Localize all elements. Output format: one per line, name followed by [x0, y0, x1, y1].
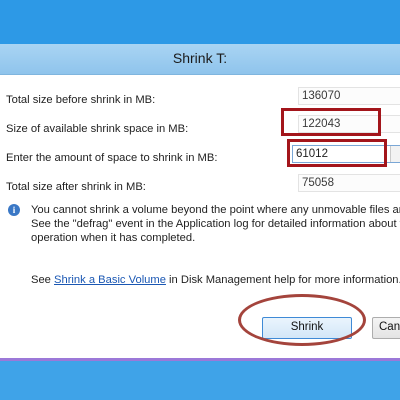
- total-size-before-label: Total size before shrink in MB:: [6, 94, 156, 106]
- shrink-dialog: Shrink T: Total size before shrink in MB…: [0, 44, 400, 358]
- annotation-circle: [238, 294, 366, 346]
- info-icon: i: [8, 204, 20, 216]
- dialog-bottom-edge: [0, 358, 400, 361]
- cancel-button[interactable]: Can: [372, 317, 400, 339]
- annotation-highlight-box: [287, 139, 387, 167]
- annotation-highlight-box: [281, 108, 381, 136]
- shrink-basic-volume-link[interactable]: Shrink a Basic Volume: [54, 274, 166, 286]
- desktop-background-top: [0, 0, 400, 44]
- info-line-2: See the "defrag" event in the Applicatio…: [31, 218, 400, 230]
- total-size-after-value: 75058: [298, 174, 400, 192]
- total-size-after-label: Total size after shrink in MB:: [6, 181, 146, 193]
- available-shrink-space-label: Size of available shrink space in MB:: [6, 123, 189, 135]
- shrink-amount-label: Enter the amount of space to shrink in M…: [6, 152, 218, 164]
- info-line-3: operation when it has completed.: [31, 232, 196, 244]
- help-text: See Shrink a Basic Volume in Disk Manage…: [31, 274, 400, 286]
- info-message: You cannot shrink a volume beyond the po…: [31, 204, 400, 246]
- info-line-1: You cannot shrink a volume beyond the po…: [31, 204, 400, 216]
- shrink-amount-spinner[interactable]: [390, 146, 400, 162]
- dialog-titlebar: Shrink T:: [0, 44, 400, 75]
- total-size-before-value: 136070: [298, 87, 400, 105]
- help-suffix: in Disk Management help for more informa…: [165, 274, 400, 286]
- help-prefix: See: [31, 274, 55, 286]
- dialog-title: Shrink T:: [172, 50, 228, 66]
